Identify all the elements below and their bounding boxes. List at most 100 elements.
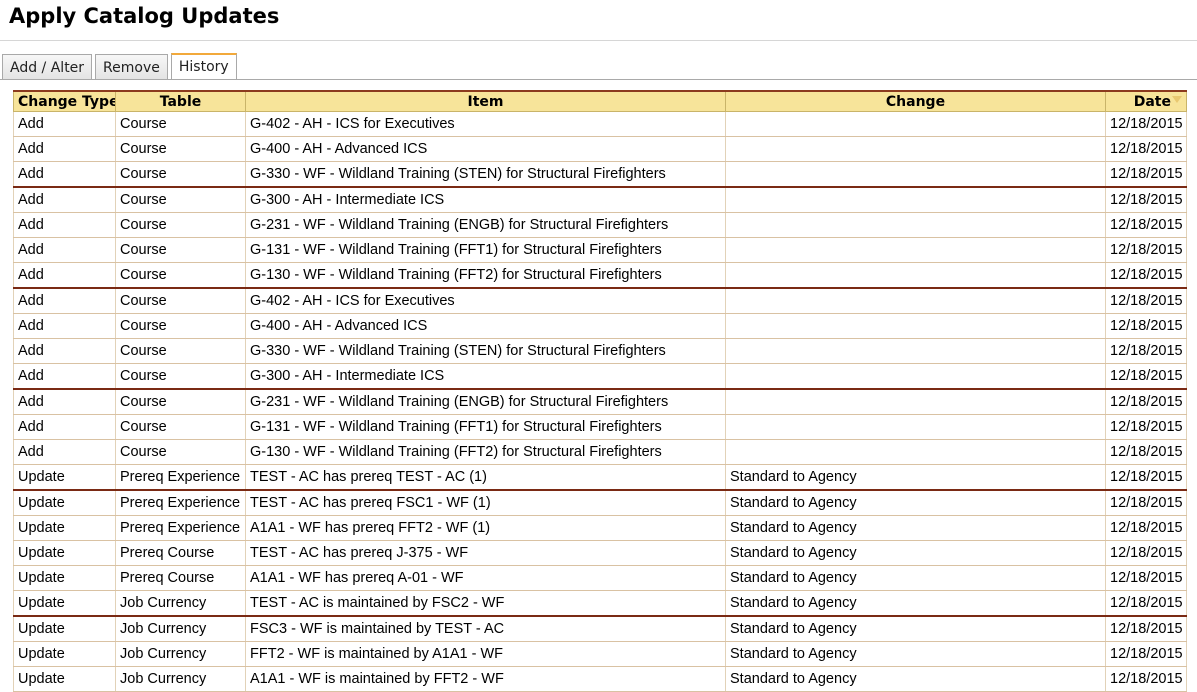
title-divider: [0, 40, 1197, 41]
cell-table: Course: [115, 439, 246, 465]
cell-date: 12/18/2015: [1105, 590, 1187, 617]
cell-table: Prereq Experience: [115, 515, 246, 541]
table-row[interactable]: Add Course G-130 - WF - Wildland Training …: [13, 262, 1187, 289]
table-row[interactable]: Add Course G-231 - WF - Wildland Training …: [13, 212, 1187, 238]
table-row[interactable]: Add Course G-402 - AH - ICS for Executives…: [13, 111, 1187, 137]
cell-change: [725, 363, 1106, 390]
cell-change: [725, 338, 1106, 364]
table-row[interactable]: Update Job Currency TEST - AC is maintaine…: [13, 590, 1187, 617]
table-row[interactable]: Add Course G-330 - WF - Wildland Training …: [13, 161, 1187, 188]
column-header-table[interactable]: Table: [115, 90, 246, 112]
cell-date: 12/18/2015: [1105, 187, 1187, 213]
sort-descending-icon: [1172, 95, 1182, 103]
cell-table: Course: [115, 187, 246, 213]
cell-table: Course: [115, 338, 246, 364]
cell-item: G-330 - WF - Wildland Training (STEN) fo…: [245, 338, 726, 364]
tab-remove[interactable]: Remove: [95, 54, 168, 80]
cell-item: TEST - AC has prereq J-375 - WF: [245, 540, 726, 566]
column-header-date-label: Date: [1133, 93, 1171, 110]
cell-item: G-130 - WF - Wildland Training (FFT2) fo…: [245, 262, 726, 289]
cell-table: Course: [115, 414, 246, 440]
cell-change: Standard to Agency: [725, 490, 1106, 516]
cell-item: TEST - AC is maintained by FSC2 - WF: [245, 590, 726, 617]
cell-item: G-400 - AH - Advanced ICS: [245, 313, 726, 339]
cell-change: Standard to Agency: [725, 590, 1106, 617]
cell-item: G-400 - AH - Advanced ICS: [245, 136, 726, 162]
cell-change-type: Add: [13, 313, 116, 339]
cell-table: Course: [115, 313, 246, 339]
cell-change: [725, 212, 1106, 238]
tab-history[interactable]: History: [170, 53, 237, 80]
cell-date: 12/18/2015: [1105, 490, 1187, 516]
column-header-change[interactable]: Change: [725, 90, 1106, 112]
cell-change-type: Update: [13, 464, 116, 491]
cell-item: G-231 - WF - Wildland Training (ENGB) fo…: [245, 389, 726, 415]
cell-change-type: Update: [13, 515, 116, 541]
cell-date: 12/18/2015: [1105, 641, 1187, 667]
table-row[interactable]: Add Course G-300 - AH - Intermediate ICS 12…: [13, 187, 1187, 213]
cell-change-type: Add: [13, 136, 116, 162]
cell-change: Standard to Agency: [725, 515, 1106, 541]
cell-date: 12/18/2015: [1105, 389, 1187, 415]
cell-item: G-130 - WF - Wildland Training (FFT2) fo…: [245, 439, 726, 465]
table-row[interactable]: Add Course G-400 - AH - Advanced ICS 12/18/…: [13, 136, 1187, 162]
cell-date: 12/18/2015: [1105, 565, 1187, 591]
cell-item: FFT2 - WF is maintained by A1A1 - WF: [245, 641, 726, 667]
table-row[interactable]: Update Prereq Experience TEST - AC has pre…: [13, 490, 1187, 516]
table-row[interactable]: Add Course G-300 - AH - Intermediate ICS 12…: [13, 363, 1187, 390]
table-row[interactable]: Add Course G-131 - WF - Wildland Training …: [13, 414, 1187, 440]
cell-change: [725, 288, 1106, 314]
cell-change-type: Add: [13, 389, 116, 415]
cell-change: [725, 414, 1106, 440]
tab-add-alter[interactable]: Add / Alter: [2, 54, 93, 80]
cell-table: Course: [115, 262, 246, 289]
cell-date: 12/18/2015: [1105, 161, 1187, 188]
table-row[interactable]: Add Course G-130 - WF - Wildland Training …: [13, 439, 1187, 465]
table-row[interactable]: Add Course G-131 - WF - Wildland Training …: [13, 237, 1187, 263]
table-row[interactable]: Update Prereq Experience A1A1 - WF has pre…: [13, 515, 1187, 541]
cell-table: Job Currency: [115, 616, 246, 642]
cell-date: 12/18/2015: [1105, 414, 1187, 440]
column-header-change-type[interactable]: Change Type: [13, 90, 116, 112]
cell-change-type: Add: [13, 111, 116, 137]
table-row[interactable]: Update Prereq Experience TEST - AC has pre…: [13, 464, 1187, 491]
cell-change: [725, 136, 1106, 162]
cell-date: 12/18/2015: [1105, 540, 1187, 566]
cell-item: A1A1 - WF has prereq FFT2 - WF (1): [245, 515, 726, 541]
cell-change-type: Add: [13, 262, 116, 289]
cell-item: G-300 - AH - Intermediate ICS: [245, 187, 726, 213]
table-row[interactable]: Update Job Currency FFT2 - WF is maintaine…: [13, 641, 1187, 667]
cell-change: [725, 313, 1106, 339]
column-header-item[interactable]: Item: [245, 90, 726, 112]
table-row[interactable]: Add Course G-330 - WF - Wildland Training …: [13, 338, 1187, 364]
cell-table: Course: [115, 363, 246, 390]
cell-table: Prereq Experience: [115, 464, 246, 491]
cell-date: 12/18/2015: [1105, 464, 1187, 491]
table-row[interactable]: Update Prereq Course TEST - AC has prereq …: [13, 540, 1187, 566]
cell-change-type: Add: [13, 237, 116, 263]
cell-change-type: Add: [13, 212, 116, 238]
table-row[interactable]: Add Course G-231 - WF - Wildland Training …: [13, 389, 1187, 415]
table-row[interactable]: Add Course G-400 - AH - Advanced ICS 12/18/…: [13, 313, 1187, 339]
cell-item: G-131 - WF - Wildland Training (FFT1) fo…: [245, 237, 726, 263]
cell-date: 12/18/2015: [1105, 262, 1187, 289]
cell-item: G-330 - WF - Wildland Training (STEN) fo…: [245, 161, 726, 188]
table-row[interactable]: Update Prereq Course A1A1 - WF has prereq …: [13, 565, 1187, 591]
cell-date: 12/18/2015: [1105, 363, 1187, 390]
cell-change-type: Add: [13, 187, 116, 213]
table-row[interactable]: Update Job Currency FSC3 - WF is maintaine…: [13, 616, 1187, 642]
table-row[interactable]: Add Course G-402 - AH - ICS for Executives…: [13, 288, 1187, 314]
cell-table: Prereq Course: [115, 540, 246, 566]
cell-table: Prereq Course: [115, 565, 246, 591]
cell-table: Job Currency: [115, 641, 246, 667]
cell-change: [725, 161, 1106, 188]
tab-divider: [0, 79, 1197, 80]
column-header-date[interactable]: Date: [1105, 90, 1187, 112]
cell-item: G-402 - AH - ICS for Executives: [245, 288, 726, 314]
cell-change-type: Add: [13, 338, 116, 364]
page-title: Apply Catalog Updates: [9, 4, 280, 28]
cell-table: Course: [115, 212, 246, 238]
cell-date: 12/18/2015: [1105, 111, 1187, 137]
cell-change: Standard to Agency: [725, 540, 1106, 566]
cell-date: 12/18/2015: [1105, 313, 1187, 339]
